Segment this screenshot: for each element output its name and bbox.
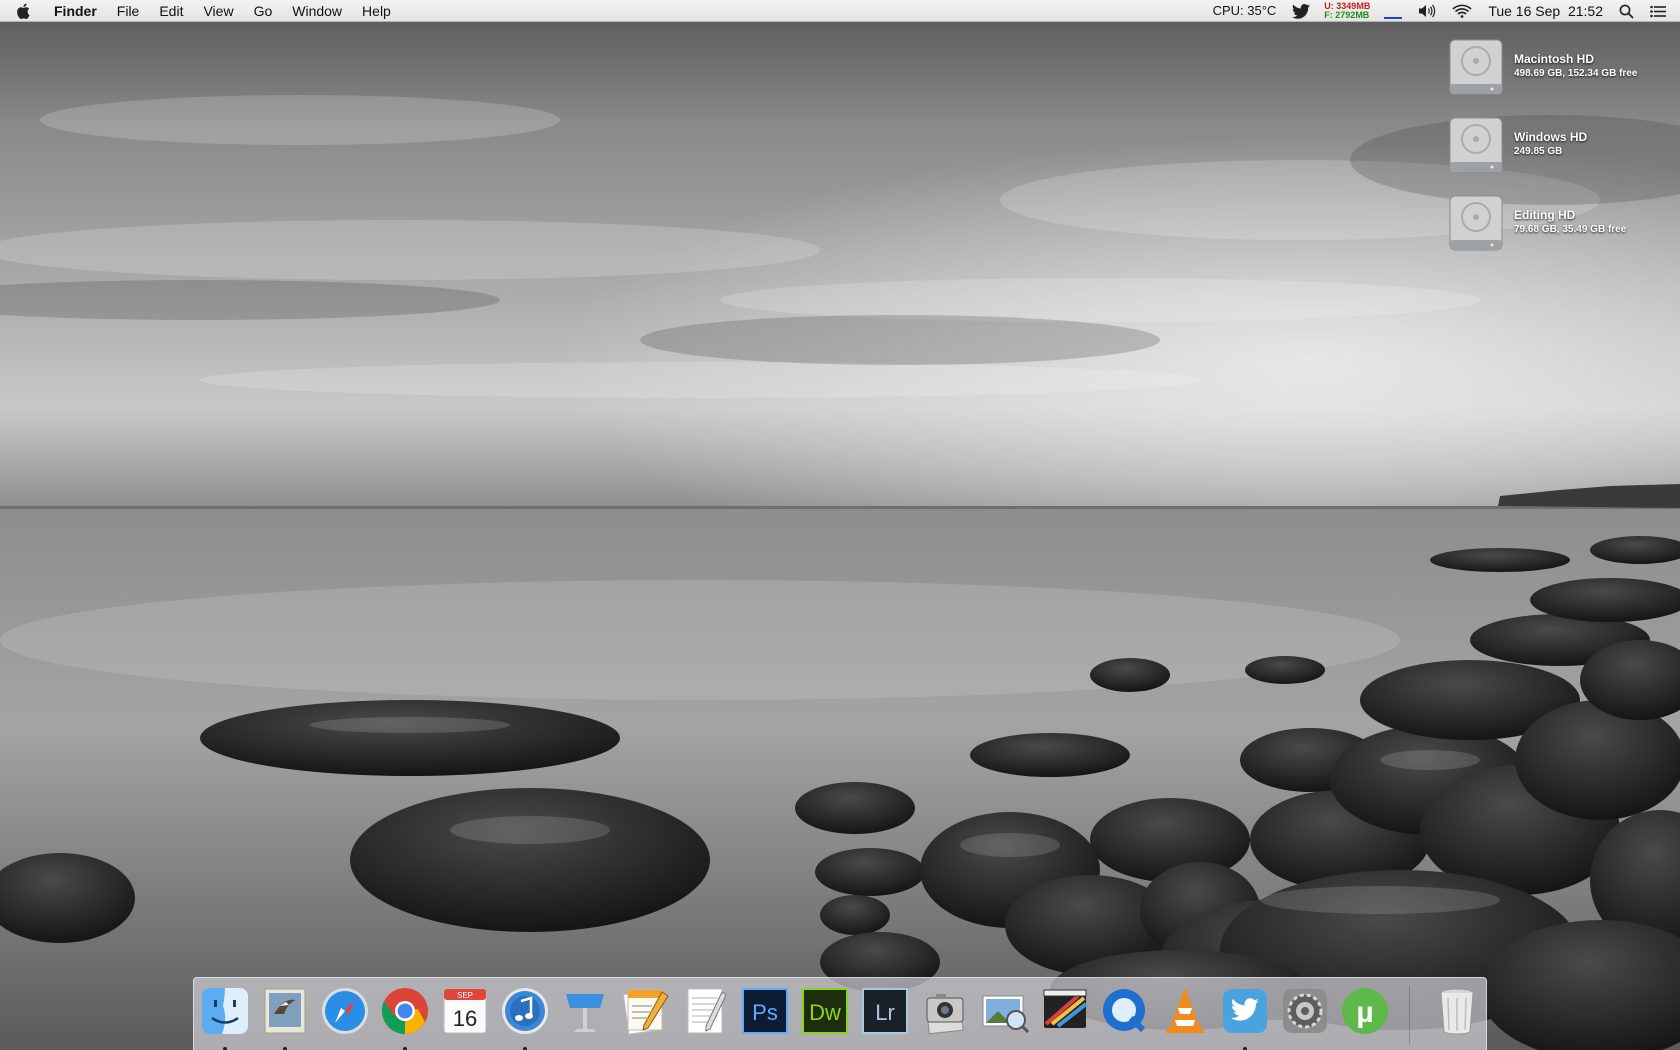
menu-window[interactable]: Window <box>282 0 352 22</box>
dock-chrome[interactable] <box>378 984 432 1050</box>
memory-status[interactable]: U: 3349MB F: 2792MB <box>1318 2 1376 20</box>
volume-icon[interactable] <box>1410 0 1444 22</box>
apple-icon[interactable] <box>0 0 46 22</box>
dock-image-capture[interactable] <box>918 984 972 1038</box>
desktop-wallpaper <box>0 0 1680 1050</box>
dock-keynote[interactable] <box>558 984 612 1038</box>
preview-icon <box>982 995 1030 1034</box>
menu-bar-left: Finder File Edit View Go Window Help <box>0 0 401 22</box>
system-preferences-icon <box>1283 989 1327 1033</box>
dock-safari[interactable] <box>318 984 372 1038</box>
desktop-drive-editing-hd[interactable]: Editing HD 79.68 GB, 35.49 GB free <box>1446 186 1680 258</box>
photoshop-label: Ps <box>752 1000 778 1025</box>
menu-go[interactable]: Go <box>244 0 283 22</box>
utorrent-label: µ <box>1356 996 1373 1029</box>
dock-vlc[interactable] <box>1158 984 1212 1038</box>
photoshop-icon: Ps <box>742 988 788 1034</box>
drive-info: 249.85 GB <box>1514 146 1563 157</box>
dock-separator <box>1409 986 1410 1044</box>
dock-lightroom[interactable]: Lr <box>858 984 912 1038</box>
drive-name: Macintosh HD <box>1514 52 1595 66</box>
dock: SEP 16 Ps Dw Lr µ <box>193 977 1487 1050</box>
safari-icon <box>322 988 368 1034</box>
lightroom-label: Lr <box>875 1000 895 1025</box>
vlc-icon <box>1166 988 1204 1033</box>
network-graph-icon[interactable] <box>1376 0 1410 22</box>
image-capture-icon <box>926 994 964 1035</box>
utorrent-icon: µ <box>1342 988 1388 1034</box>
dock-photoshop[interactable]: Ps <box>738 984 792 1038</box>
twitter-icon[interactable] <box>1284 0 1318 22</box>
drive-name: Editing HD <box>1514 208 1576 222</box>
dock-calendar[interactable]: SEP 16 <box>438 984 492 1038</box>
quicktime-icon <box>1103 989 1146 1033</box>
dreamweaver-label: Dw <box>809 1000 841 1025</box>
mail-icon <box>264 988 306 1034</box>
dock-dreamweaver[interactable]: Dw <box>798 984 852 1038</box>
dock-itunes[interactable] <box>498 984 552 1050</box>
hard-drive-icon <box>1446 112 1506 176</box>
hard-drive-icon <box>1446 34 1506 98</box>
menu-bar: Finder File Edit View Go Window Help CPU… <box>0 0 1680 22</box>
dock-pages[interactable] <box>618 984 672 1038</box>
lightroom-icon: Lr <box>862 988 908 1034</box>
clock[interactable]: Tue 16 Sep 21:52 <box>1480 0 1611 22</box>
dock-quicktime[interactable] <box>1098 984 1152 1038</box>
dreamweaver-icon: Dw <box>802 988 848 1034</box>
dock-utorrent[interactable]: µ <box>1338 984 1392 1038</box>
dock-mail[interactable] <box>258 984 312 1050</box>
drive-name: Windows HD <box>1514 130 1588 144</box>
calendar-month: SEP <box>457 991 473 1000</box>
dock-finder[interactable] <box>198 984 252 1050</box>
cpu-temp-status[interactable]: CPU: 35°C <box>1205 0 1285 22</box>
desktop-drive-macintosh-hd[interactable]: Macintosh HD 498.69 GB, 152.34 GB free <box>1446 30 1680 102</box>
menu-bar-right: CPU: 35°C U: 3349MB F: 2792MB Tue 16 Sep… <box>1205 0 1680 22</box>
twitter-app-icon <box>1223 989 1267 1033</box>
drive-info: 498.69 GB, 152.34 GB free <box>1514 68 1638 79</box>
itunes-icon <box>502 988 548 1034</box>
dock-twitter[interactable] <box>1218 984 1272 1050</box>
trash-icon <box>1440 988 1474 1035</box>
dock-preview[interactable] <box>978 984 1032 1038</box>
menu-edit[interactable]: Edit <box>149 0 193 22</box>
menu-help[interactable]: Help <box>352 0 401 22</box>
wifi-icon[interactable] <box>1444 0 1480 22</box>
spotlight-icon[interactable] <box>1611 0 1642 22</box>
chrome-icon <box>381 988 428 1034</box>
dock-final-cut[interactable] <box>1038 984 1092 1038</box>
dock-textedit[interactable] <box>678 984 732 1038</box>
final-cut-icon <box>1043 989 1088 1028</box>
calendar-day: 16 <box>453 1006 477 1031</box>
dock-trash[interactable] <box>1430 984 1484 1038</box>
pages-icon <box>622 989 669 1035</box>
memory-free: F: 2792MB <box>1324 10 1370 20</box>
finder-icon <box>202 988 248 1034</box>
notification-center-icon[interactable] <box>1642 0 1680 22</box>
hard-drive-icon <box>1446 190 1506 254</box>
menu-view[interactable]: View <box>193 0 243 22</box>
drive-info: 79.68 GB, 35.49 GB free <box>1514 224 1627 235</box>
menu-file[interactable]: File <box>107 0 150 22</box>
dock-system-preferences[interactable] <box>1278 984 1332 1038</box>
calendar-icon: SEP 16 <box>443 988 487 1034</box>
keynote-icon <box>566 994 604 1032</box>
textedit-icon <box>687 988 727 1034</box>
menu-app-name[interactable]: Finder <box>46 0 107 22</box>
desktop-drive-windows-hd[interactable]: Windows HD 249.85 GB <box>1446 108 1680 180</box>
